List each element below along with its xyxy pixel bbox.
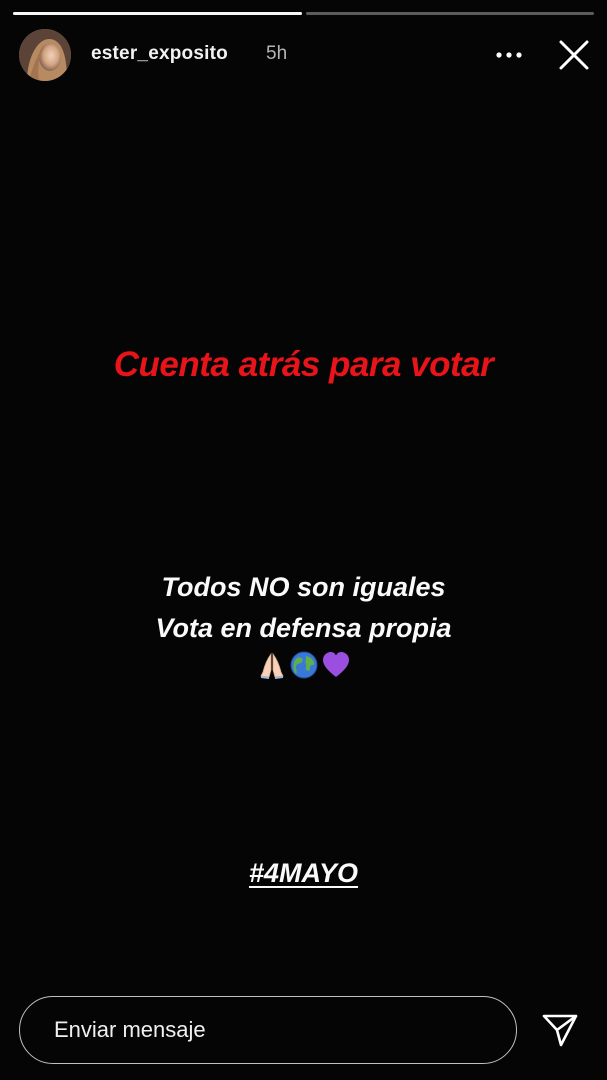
story-line-1: Todos NO son iguales bbox=[161, 572, 446, 602]
story-line-2: Vota en defensa propia bbox=[155, 613, 452, 643]
message-input[interactable] bbox=[19, 996, 517, 1064]
story-body: Todos NO son iguales Vota en defensa pro… bbox=[0, 567, 607, 649]
send-button[interactable] bbox=[538, 1008, 582, 1052]
emoji-row bbox=[0, 650, 607, 680]
send-icon bbox=[542, 1014, 578, 1047]
folded-hands-emoji bbox=[259, 652, 284, 679]
globe-emoji bbox=[290, 651, 317, 679]
story-content[interactable]: Cuenta atrás para votar Todos NO son igu… bbox=[0, 0, 607, 1080]
hashtag-link[interactable]: #4MAYO bbox=[249, 858, 358, 888]
story-hashtag: #4MAYO bbox=[0, 858, 607, 889]
purple-heart-emoji bbox=[322, 652, 349, 677]
story-headline: Cuenta atrás para votar bbox=[113, 345, 494, 384]
